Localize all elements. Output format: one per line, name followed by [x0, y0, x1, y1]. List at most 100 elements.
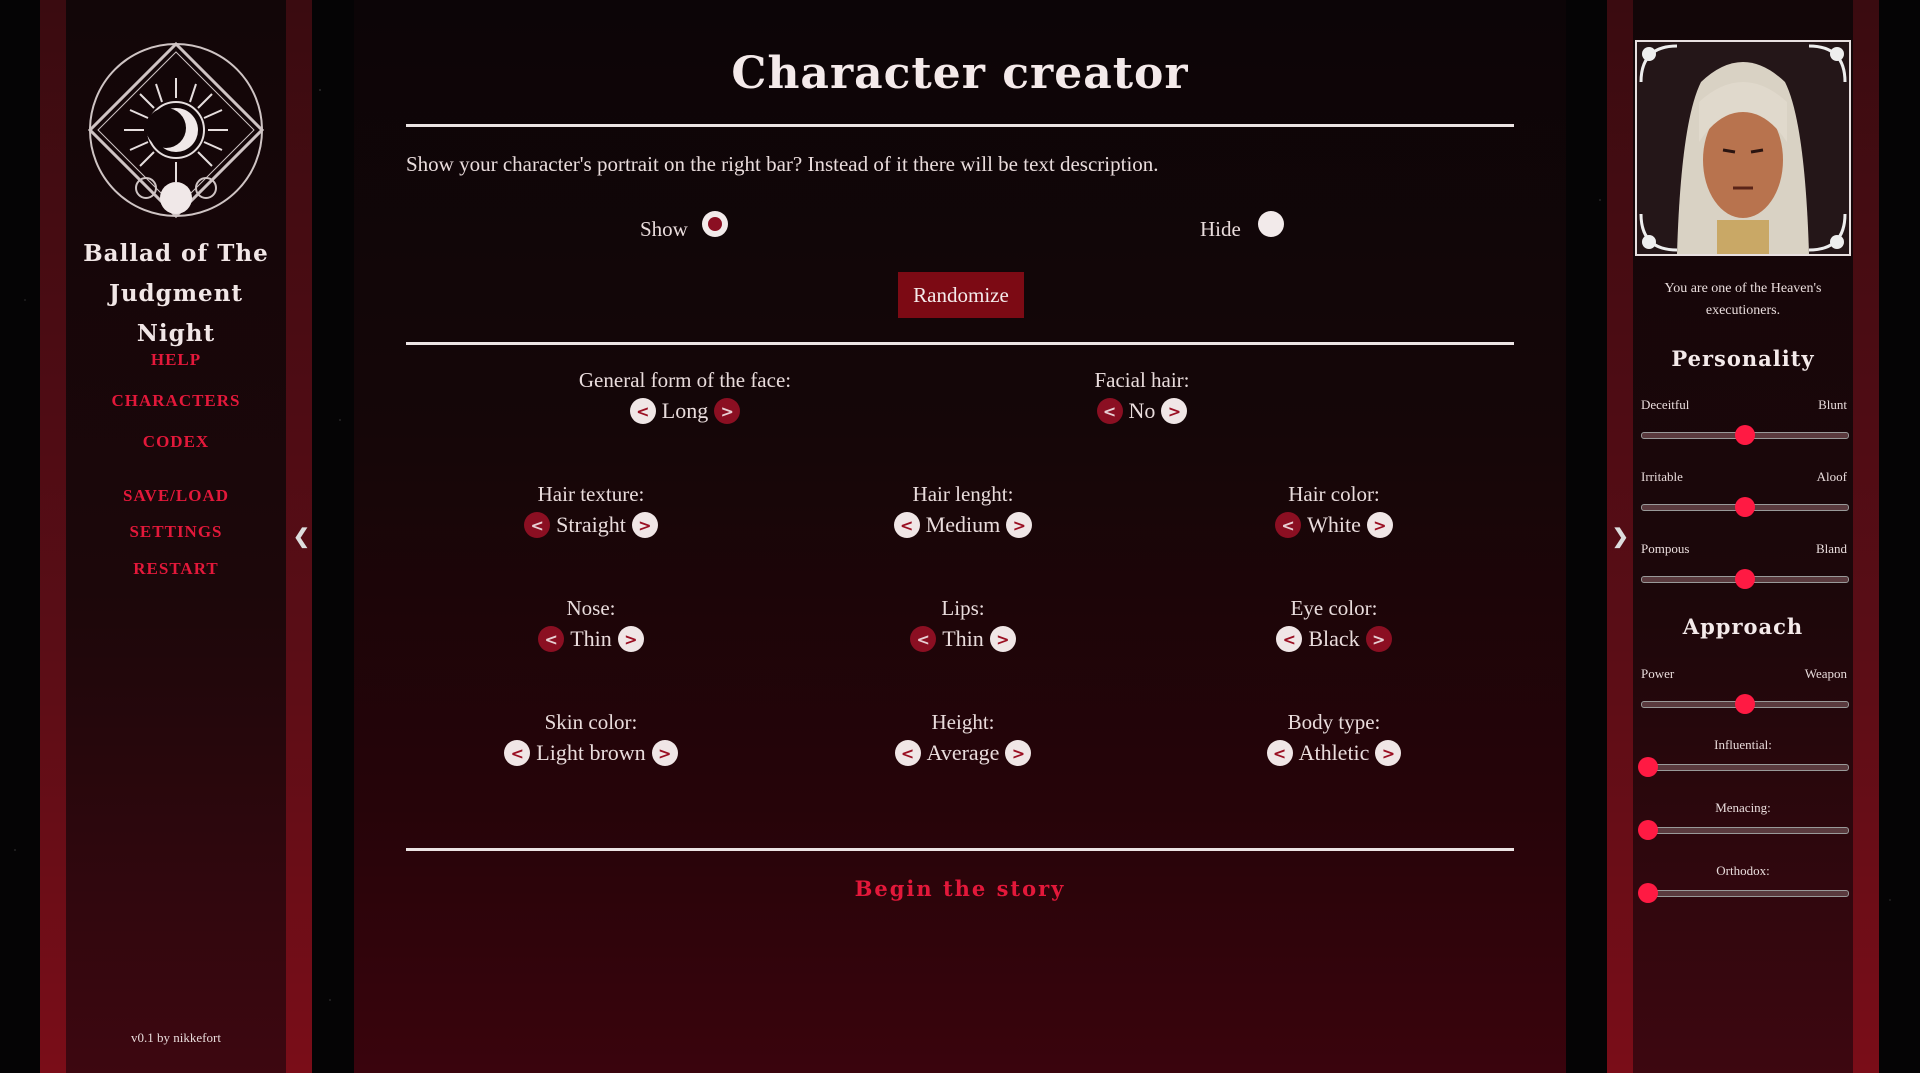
- slider-irritable-aloof[interactable]: [1641, 497, 1849, 517]
- character-portrait: [1635, 40, 1851, 256]
- next-arrow-icon[interactable]: >: [1375, 740, 1402, 766]
- prev-arrow-icon[interactable]: <: [894, 740, 921, 766]
- collapse-right-chevron-icon[interactable]: ❯: [1612, 524, 1629, 549]
- slider-orthodox[interactable]: [1638, 883, 1849, 903]
- nav-settings[interactable]: SETTINGS: [66, 522, 286, 542]
- nav-codex[interactable]: CODEX: [66, 432, 286, 452]
- slider-right-label: Blunt: [1818, 397, 1847, 412]
- slider-menacing[interactable]: [1638, 820, 1849, 840]
- prev-arrow-icon[interactable]: <: [629, 398, 656, 424]
- prev-arrow-icon[interactable]: <: [1096, 398, 1123, 424]
- prev-arrow-icon[interactable]: <: [1275, 512, 1302, 538]
- game-title-line-1: Ballad of The: [83, 240, 269, 267]
- divider-bottom: [406, 848, 1514, 851]
- slider-thumb[interactable]: [1638, 757, 1658, 777]
- option-label: Lips:: [941, 596, 985, 620]
- option-label: General form of the face:: [578, 368, 792, 392]
- next-arrow-icon[interactable]: >: [631, 512, 658, 538]
- option-value: No: [1128, 398, 1156, 423]
- next-arrow-icon[interactable]: >: [1161, 398, 1188, 424]
- slider-label: Influential:: [1714, 737, 1772, 752]
- option-value: Thin: [570, 626, 612, 651]
- hide-radio[interactable]: [1258, 211, 1284, 237]
- right-sidebar: You are one of the Heaven's executioners…: [1633, 0, 1853, 1073]
- option-eye-color: Eye color: < Black >: [1174, 596, 1494, 652]
- nav-help[interactable]: HELP: [66, 350, 286, 370]
- next-arrow-icon[interactable]: >: [651, 740, 678, 766]
- next-arrow-icon[interactable]: >: [714, 398, 741, 424]
- main-panel: Character creator Show your character's …: [354, 0, 1566, 1073]
- nav-save-load[interactable]: SAVE/LOAD: [66, 486, 286, 506]
- slider-thumb[interactable]: [1735, 694, 1755, 714]
- slider-influential[interactable]: [1638, 757, 1849, 777]
- slider-pompous-bland[interactable]: [1641, 569, 1849, 589]
- option-skin-color: Skin color: < Light brown >: [431, 710, 751, 766]
- option-body-type: Body type: < Athletic >: [1174, 710, 1494, 766]
- slider-thumb[interactable]: [1735, 569, 1755, 589]
- slider-right-label: Weapon: [1804, 666, 1847, 681]
- slider-thumb[interactable]: [1735, 425, 1755, 445]
- right-outer-stripe: [1853, 0, 1879, 1073]
- portrait-question: Show your character's portrait on the ri…: [406, 152, 1159, 176]
- hide-label: Hide: [1200, 217, 1241, 241]
- option-value: Light brown: [536, 740, 646, 765]
- option-label: Skin color:: [544, 710, 638, 734]
- option-value: White: [1307, 512, 1361, 537]
- option-nose: Nose: < Thin >: [431, 596, 751, 652]
- option-value: Straight: [556, 512, 626, 537]
- show-label: Show: [640, 217, 688, 241]
- option-label: Hair texture:: [537, 482, 645, 506]
- nav-characters[interactable]: CHARACTERS: [66, 391, 286, 411]
- option-label: Facial hair:: [1094, 368, 1190, 392]
- prev-arrow-icon[interactable]: <: [893, 512, 920, 538]
- option-hair-color: Hair color: < White >: [1174, 482, 1494, 538]
- left-sidebar: Ballad of The Judgment Night HELP CHARAC…: [66, 0, 286, 1073]
- option-lips: Lips: < Thin >: [803, 596, 1123, 652]
- option-height: Height: < Average >: [803, 710, 1123, 766]
- option-hair-length: Hair lenght: < Medium >: [803, 482, 1123, 538]
- option-value: Black: [1308, 626, 1360, 651]
- option-value: Medium: [925, 512, 1001, 537]
- slider-right-label: Aloof: [1816, 469, 1847, 484]
- collapse-left-chevron-icon[interactable]: ❮: [293, 524, 310, 549]
- slider-thumb[interactable]: [1638, 883, 1658, 903]
- option-value: Thin: [942, 626, 984, 651]
- option-label: Hair lenght:: [912, 482, 1014, 506]
- character-description: You are one of the Heaven's executioners…: [1664, 281, 1822, 318]
- option-facial-hair: Facial hair: < No >: [982, 368, 1302, 424]
- slider-left-label: Pompous: [1641, 541, 1690, 556]
- randomize-button[interactable]: Randomize: [898, 272, 1024, 318]
- prev-arrow-icon[interactable]: <: [524, 512, 551, 538]
- begin-story-link[interactable]: Begin the story: [354, 876, 1566, 901]
- option-hair-texture: Hair texture: < Straight >: [431, 482, 751, 538]
- prev-arrow-icon[interactable]: <: [1266, 740, 1293, 766]
- next-arrow-icon[interactable]: >: [617, 626, 644, 652]
- option-label: Body type:: [1287, 710, 1381, 734]
- option-label: Eye color:: [1290, 596, 1378, 620]
- show-radio[interactable]: [702, 211, 728, 237]
- prev-arrow-icon[interactable]: <: [538, 626, 565, 652]
- slider-thumb[interactable]: [1735, 497, 1755, 517]
- game-title-line-2: Judgment Night: [108, 280, 244, 347]
- next-arrow-icon[interactable]: >: [1366, 512, 1393, 538]
- slider-power-weapon[interactable]: [1641, 694, 1849, 714]
- prev-arrow-icon[interactable]: <: [504, 740, 531, 766]
- moon-sun-emblem-icon: [87, 41, 265, 219]
- slider-label: Orthodox:: [1716, 863, 1770, 878]
- prev-arrow-icon[interactable]: <: [910, 626, 937, 652]
- next-arrow-icon[interactable]: >: [1365, 626, 1392, 652]
- slider-thumb[interactable]: [1638, 820, 1658, 840]
- slider-left-label: Power: [1641, 666, 1675, 681]
- option-value: Athletic: [1298, 740, 1370, 765]
- next-arrow-icon[interactable]: >: [989, 626, 1016, 652]
- portrait-image: [1637, 42, 1849, 254]
- option-label: Hair color:: [1288, 482, 1380, 506]
- prev-arrow-icon[interactable]: <: [1276, 626, 1303, 652]
- option-label: Nose:: [566, 596, 616, 620]
- next-arrow-icon[interactable]: >: [1005, 740, 1032, 766]
- next-arrow-icon[interactable]: >: [1006, 512, 1033, 538]
- divider-top: [406, 124, 1514, 127]
- nav-restart[interactable]: RESTART: [66, 559, 286, 579]
- page-title: Character creator: [731, 48, 1189, 99]
- slider-deceitful-blunt[interactable]: [1641, 425, 1849, 445]
